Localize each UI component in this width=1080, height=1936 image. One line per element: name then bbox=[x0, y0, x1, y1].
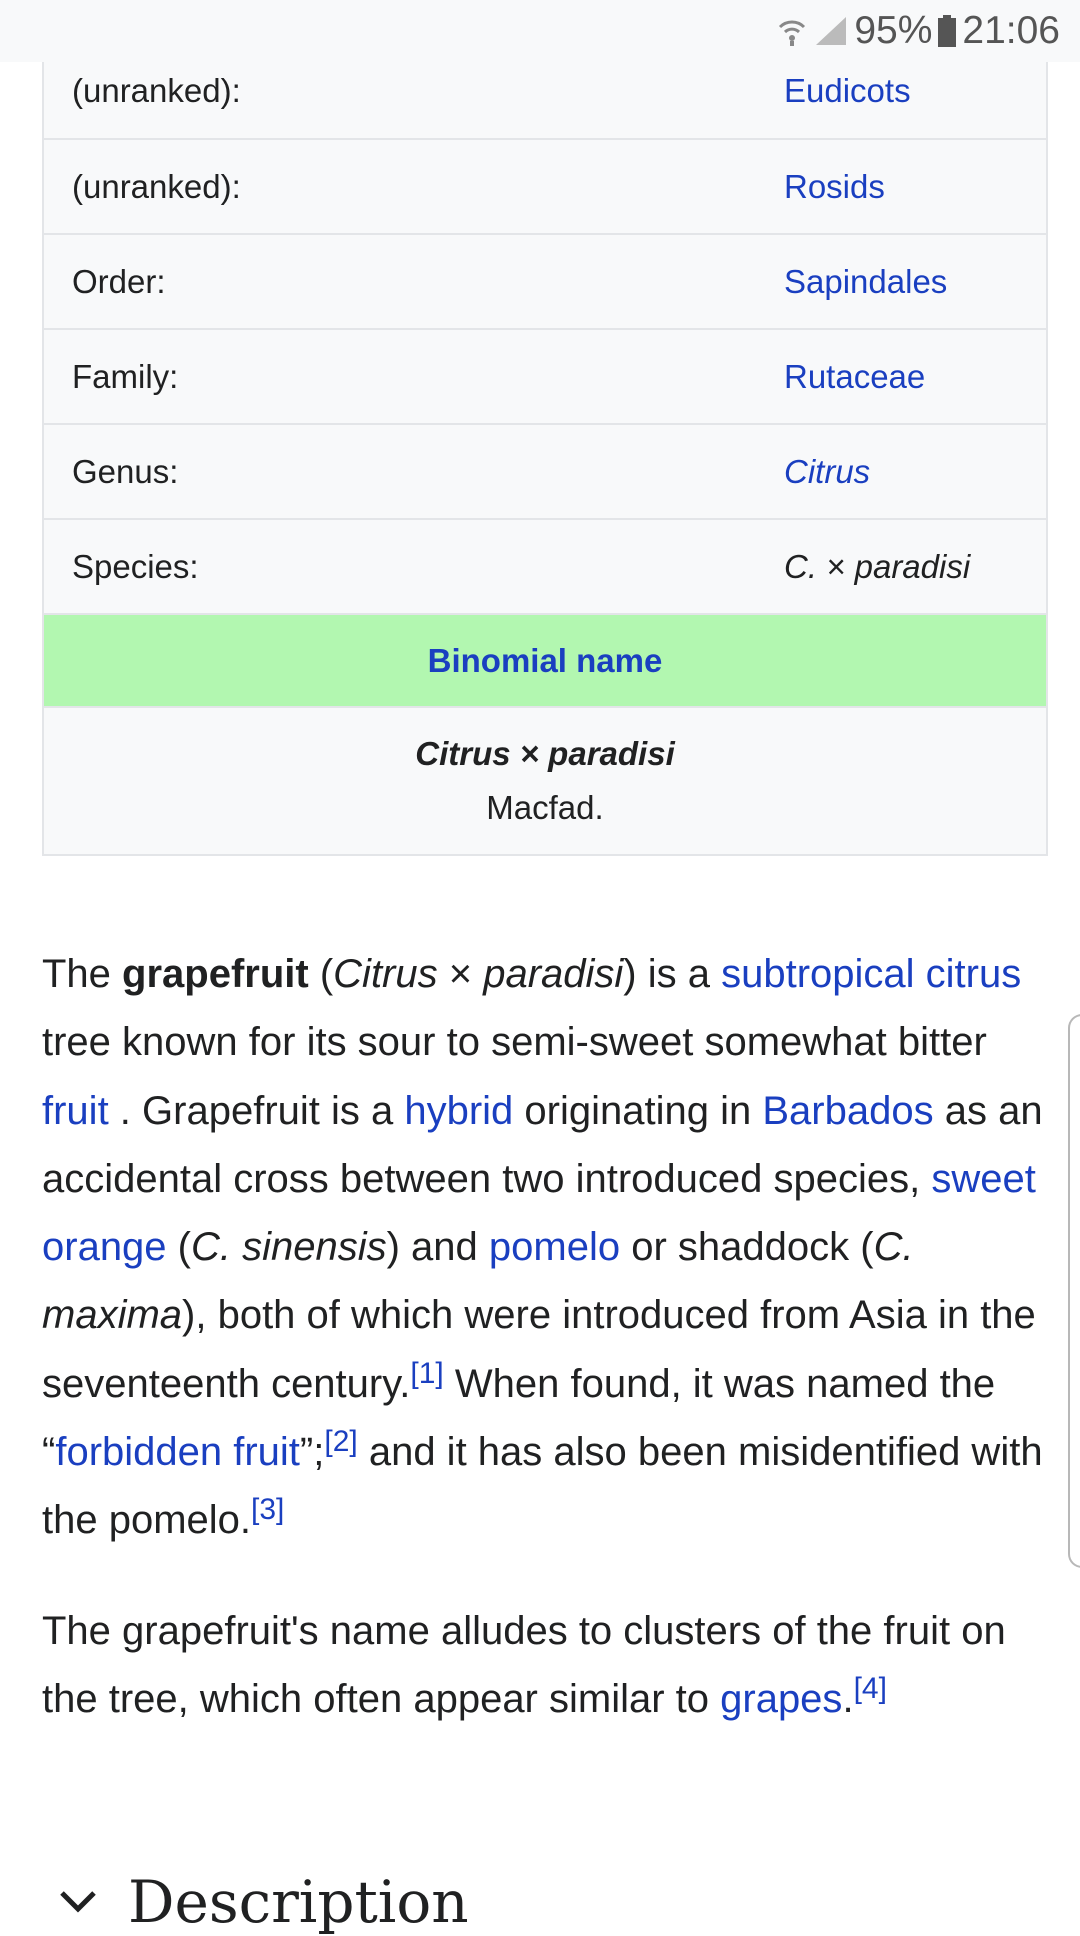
sci-name: Citrus bbox=[333, 952, 438, 996]
link-fruit[interactable]: fruit bbox=[42, 1089, 109, 1133]
text: . bbox=[842, 1676, 854, 1721]
row-label: Genus: bbox=[72, 452, 179, 490]
text: . Grapefruit is a bbox=[108, 1088, 405, 1133]
link-hybrid[interactable]: hybrid bbox=[404, 1089, 513, 1133]
text: × bbox=[437, 952, 484, 996]
bold-term: grapefruit bbox=[122, 952, 309, 996]
binomial-name: Citrus × paradisi bbox=[415, 735, 675, 772]
reference-2[interactable]: [2] bbox=[324, 1425, 357, 1458]
battery-icon bbox=[938, 15, 957, 47]
reference-1[interactable]: [1] bbox=[410, 1357, 443, 1390]
row-label: (unranked): bbox=[72, 167, 241, 205]
text: ”; bbox=[299, 1430, 325, 1475]
row-label: Order: bbox=[72, 262, 166, 300]
name-paragraph: The grapefruit's name alludes to cluster… bbox=[42, 1597, 1052, 1734]
reference-4[interactable]: [4] bbox=[854, 1672, 887, 1705]
chevron-down-icon bbox=[60, 1891, 96, 1913]
taxonomy-infobox: (unranked): Eudicots (unranked): Rosids … bbox=[42, 44, 1048, 856]
infobox-row: Genus: Citrus bbox=[44, 423, 1046, 518]
infobox-row: Species: C. × paradisi bbox=[44, 518, 1046, 613]
infobox-row: Family: Rutaceae bbox=[44, 328, 1046, 423]
battery-percent: 95% bbox=[854, 9, 933, 52]
wifi-icon bbox=[779, 20, 806, 46]
sci-name: C. sinensis bbox=[191, 1225, 387, 1270]
text: The bbox=[42, 952, 123, 996]
text: ) and bbox=[386, 1225, 489, 1270]
link-eudicots[interactable]: Eudicots bbox=[784, 72, 911, 110]
text: ( bbox=[166, 1225, 191, 1270]
row-label: (unranked): bbox=[72, 72, 241, 109]
binomial-name-header[interactable]: Binomial name bbox=[44, 613, 1046, 706]
sci-name: paradisi bbox=[483, 952, 624, 996]
link-citrus[interactable]: citrus bbox=[926, 952, 1022, 996]
text: or shaddock ( bbox=[620, 1225, 874, 1270]
status-bar: 95% 21:06 bbox=[0, 0, 1080, 62]
link-forbidden-fruit[interactable]: forbidden fruit bbox=[55, 1430, 300, 1474]
link-rosids[interactable]: Rosids bbox=[784, 168, 885, 206]
status-icons: 95% 21:06 bbox=[776, 9, 1060, 53]
link-citrus-genus[interactable]: Citrus bbox=[784, 453, 870, 491]
text bbox=[915, 952, 926, 996]
text: tree known for its sour to semi-sweet so… bbox=[42, 1020, 987, 1065]
link-barbados[interactable]: Barbados bbox=[762, 1089, 933, 1133]
infobox-row: Order: Sapindales bbox=[44, 233, 1046, 328]
binomial-authority: Macfad. bbox=[486, 789, 604, 826]
link-subtropical[interactable]: subtropical bbox=[721, 952, 914, 996]
binomial-name-box: Citrus × paradisi Macfad. bbox=[44, 706, 1046, 854]
text: ( bbox=[308, 952, 334, 996]
clock: 21:06 bbox=[962, 9, 1060, 52]
link-sapindales[interactable]: Sapindales bbox=[784, 263, 947, 301]
row-label: Family: bbox=[72, 357, 179, 395]
article-body: The grapefruit (Citrus × paradisi) is a … bbox=[42, 940, 1052, 1733]
infobox-row: (unranked): Rosids bbox=[44, 138, 1046, 233]
section-header-description[interactable]: Description bbox=[58, 1868, 469, 1936]
signal-icon bbox=[816, 17, 847, 45]
text: originating in bbox=[513, 1088, 763, 1133]
text: ) is a bbox=[623, 952, 722, 996]
link-grapes[interactable]: grapes bbox=[720, 1677, 842, 1721]
species-value: C. × paradisi bbox=[784, 547, 971, 585]
side-scroll-handle[interactable] bbox=[1068, 1014, 1080, 1568]
reference-3[interactable]: [3] bbox=[251, 1493, 284, 1526]
link-pomelo[interactable]: pomelo bbox=[489, 1225, 620, 1269]
section-title: Description bbox=[128, 1868, 469, 1936]
link-rutaceae[interactable]: Rutaceae bbox=[784, 358, 925, 396]
row-label: Species: bbox=[72, 547, 199, 585]
intro-paragraph: The grapefruit (Citrus × paradisi) is a … bbox=[42, 940, 1052, 1555]
